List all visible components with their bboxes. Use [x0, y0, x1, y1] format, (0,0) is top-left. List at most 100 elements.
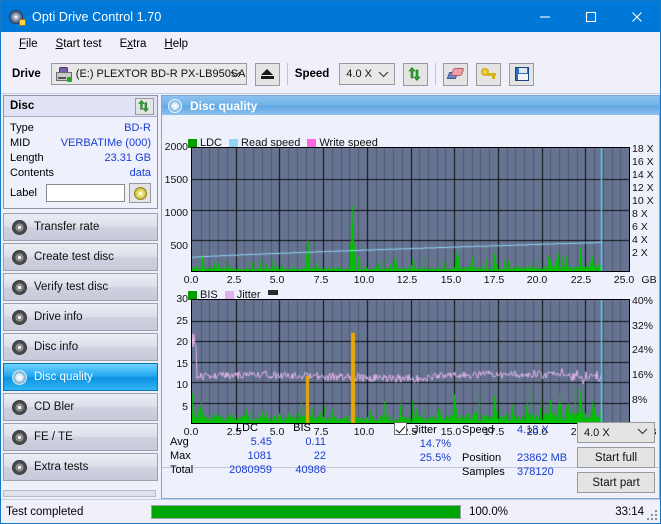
menu-extra-rest: tra — [133, 37, 147, 50]
resize-grip-icon[interactable] — [647, 510, 657, 520]
disc-row-length-value: 23.31 GB — [104, 151, 151, 164]
bis-ytick-25: 25 — [176, 315, 188, 327]
menu-help[interactable]: Help — [155, 36, 197, 52]
erase-icon — [447, 68, 465, 80]
disc-icon — [12, 459, 27, 475]
ldc-xunit: GB — [641, 274, 657, 286]
status-message: Test completed — [6, 505, 84, 518]
stats-position-label: Position — [462, 452, 502, 464]
speed-select-value: 4.0 X — [346, 68, 372, 80]
start-full-button[interactable]: Start full — [577, 447, 655, 468]
disc-label-button[interactable] — [129, 183, 151, 203]
sidebar-item-drive-info[interactable]: Drive info — [3, 303, 158, 331]
sidebar-item-transfer-rate[interactable]: Transfer rate — [3, 213, 158, 241]
speed-label: Speed — [294, 68, 330, 80]
ldc-xtick-10: 25.0 — [613, 274, 635, 286]
progress-percent: 100.0% — [469, 505, 509, 518]
content-header: Disc quality — [162, 96, 659, 115]
menu-extra[interactable]: Extra — [111, 36, 156, 52]
progress-bar — [151, 504, 461, 519]
disc-info-title: Disc — [10, 100, 35, 112]
disc-label-input[interactable] — [46, 184, 125, 202]
key-button[interactable] — [476, 62, 502, 86]
sidebar-item-label: Disc info — [34, 341, 79, 353]
key-icon — [481, 67, 497, 81]
stats-col-bis: BIS — [293, 422, 311, 434]
close-icon[interactable] — [614, 1, 660, 32]
menu-file[interactable]: File — [10, 36, 47, 52]
legend-marker-dark — [267, 289, 278, 295]
test-speed-select[interactable]: 4.0 X — [577, 422, 655, 443]
stats-avg-bis: 0.11 — [305, 436, 326, 448]
chevron-down-icon — [378, 64, 389, 84]
minimize-icon[interactable] — [522, 1, 568, 32]
left-panel: Disc Type BD-R MID VERBATIMe (000) Lengt… — [3, 95, 158, 499]
sidebar-item-label: Drive info — [34, 311, 83, 323]
save-button[interactable] — [509, 62, 535, 86]
ldc-ytick-1000: 1000 — [164, 207, 188, 219]
start-part-button[interactable]: Start part — [577, 472, 655, 493]
stats-row-max-label: Max — [170, 450, 191, 462]
sidebar-item-create-test-disc[interactable]: Create test disc — [3, 243, 158, 271]
refresh-button[interactable] — [403, 62, 429, 86]
sidebar-scroll-strip[interactable] — [3, 490, 156, 497]
bis-y2tick-8: 8% — [632, 394, 648, 406]
ldc-ytick-1500: 1500 — [164, 174, 188, 186]
erase-button[interactable] — [443, 62, 469, 86]
bis-ytick-10: 10 — [176, 379, 188, 391]
save-icon — [514, 67, 529, 81]
disc-label-key: Label — [10, 187, 37, 199]
sidebar-item-label: CD Bler — [34, 401, 75, 413]
sidebar-item-fe-te[interactable]: FE / TE — [3, 423, 158, 451]
sidebar-item-extra-tests[interactable]: Extra tests — [3, 453, 158, 481]
ldc-ytick-500: 500 — [170, 240, 188, 252]
ldc-y2tick-12x: 12 X — [632, 182, 654, 194]
disc-row-type-key: Type — [10, 121, 34, 134]
sidebar-item-disc-info[interactable]: Disc info — [3, 333, 158, 361]
disc-row-length-key: Length — [10, 151, 44, 164]
drive-select[interactable]: (E:) PLEXTOR BD-R PX-LB950SA 1.06 — [50, 63, 247, 85]
stats-total-ldc: 2080959 — [229, 464, 272, 476]
stats-max-bis: 22 — [313, 450, 326, 462]
sidebar-item-verify-test-disc[interactable]: Verify test disc — [3, 273, 158, 301]
disc-info-rows: Type BD-R MID VERBATIMe (000) Length 23.… — [4, 117, 157, 208]
bis-y2tick-16: 16% — [632, 369, 654, 381]
ldc-y2tick-2x: 2 X — [632, 247, 648, 259]
disc-label-row: Label — [10, 182, 151, 204]
stats-speed-label: Speed — [462, 424, 494, 436]
ldc-y2tick-18x: 18 X — [632, 143, 654, 155]
jitter-checkbox[interactable] — [394, 422, 407, 435]
maximize-icon[interactable] — [568, 1, 614, 32]
ldc-xtick-0: 0.0 — [183, 274, 199, 286]
stats-col-ldc: LDC — [235, 422, 258, 434]
menu-start-test[interactable]: Start test — [47, 36, 111, 52]
disc-info-header: Disc — [4, 96, 157, 117]
ldc-xtick-1: 2.5 — [226, 274, 242, 286]
disc-icon — [12, 309, 27, 325]
ldc-xtick-5: 12.5 — [396, 274, 418, 286]
disc-row-mid-value: VERBATIMe (000) — [60, 136, 151, 149]
ldc-xtick-9: 22.5 — [570, 274, 592, 286]
disc-row-contents-key: Contents — [10, 166, 55, 179]
bis-ytick-20: 20 — [176, 336, 188, 348]
disc-refresh-button[interactable] — [135, 98, 154, 115]
disc-row-contents: Contents data — [10, 165, 151, 180]
sidebar-item-disc-quality[interactable]: Disc quality — [3, 363, 158, 391]
toolbar-divider-1 — [286, 63, 288, 85]
ldc-xtick-6: 15.0 — [440, 274, 462, 286]
speed-select[interactable]: 4.0 X — [339, 63, 396, 85]
drive-icon — [55, 67, 72, 82]
stats-avg-ldc: 5.45 — [250, 436, 272, 448]
ldc-xtick-4: 10.0 — [353, 274, 375, 286]
stats-row-avg-label: Avg — [170, 436, 189, 448]
ldc-xtick-3: 7.5 — [313, 274, 329, 286]
bis-y2tick-40: 40% — [632, 295, 654, 307]
ldc-y2tick-6x: 6 X — [632, 221, 648, 233]
disc-icon — [12, 339, 27, 355]
sidebar-item-cd-bler[interactable]: CD Bler — [3, 393, 158, 421]
drive-label: Drive — [12, 68, 41, 80]
chevron-down-icon — [230, 64, 241, 84]
disc-icon — [12, 219, 27, 235]
content-panel: Disc quality LDC Read speed Write speed — [161, 95, 660, 499]
eject-button[interactable] — [254, 62, 280, 86]
